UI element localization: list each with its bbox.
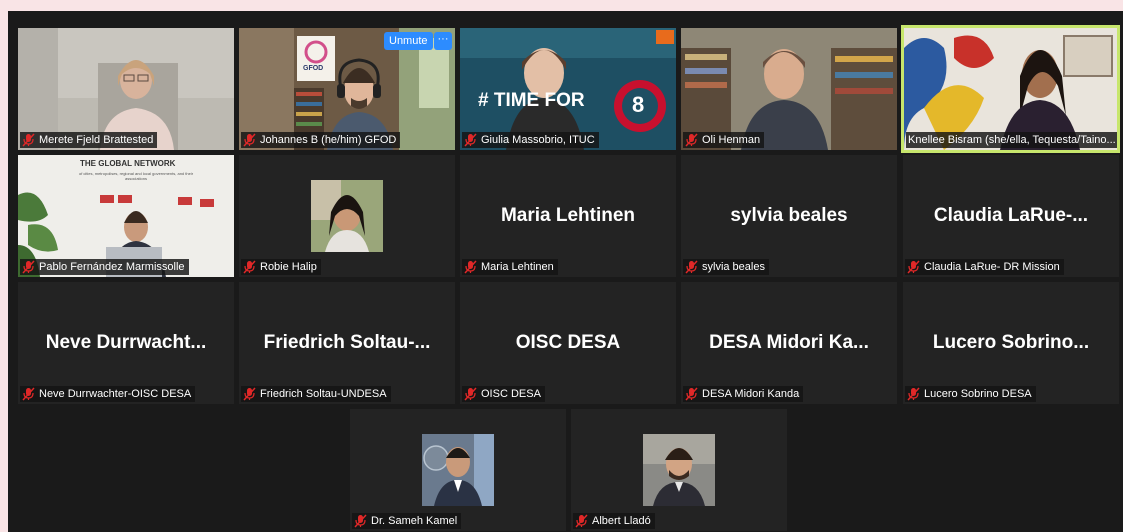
network-subtitle: of cities, metropolises, regional and lo…	[78, 171, 194, 181]
participant-name: Johannes B (he/him) GFOD	[260, 134, 397, 146]
video-tile-oisc-desa[interactable]: OISC DESA OISC DESA	[460, 282, 676, 404]
participant-display-name: Neve Durrwacht...	[45, 332, 207, 353]
participant-name: Merete Fjeld Brattested	[39, 134, 154, 146]
video-tile-oli[interactable]: Oli Henman	[681, 28, 897, 150]
meeting-window: Merete Fjeld Brattested GFOD Unmute ···	[8, 11, 1123, 532]
mic-muted-icon	[685, 260, 698, 274]
hashtag-banner: # TIME FOR	[478, 90, 585, 111]
mic-muted-icon	[243, 387, 256, 401]
participant-display-name: Friedrich Soltau-...	[263, 332, 431, 353]
participant-name-label: Neve Durrwachter-OISC DESA	[20, 386, 196, 402]
participant-display-name: Maria Lehtinen	[500, 205, 636, 226]
mic-muted-icon	[22, 387, 35, 401]
video-tile-knellee-active-speaker[interactable]: Knellee Bisram (she/ella, Tequesta/Taino…	[901, 25, 1120, 153]
video-tile-pablo[interactable]: THE GLOBAL NETWORK of cities, metropolis…	[18, 155, 234, 277]
participant-name: DESA Midori Kanda	[702, 388, 800, 400]
mic-muted-icon	[464, 133, 477, 147]
participant-name-label: Johannes B (he/him) GFOD	[241, 132, 401, 148]
participant-name: Pablo Fernández Marmissolle	[39, 261, 185, 273]
mic-muted-icon	[464, 260, 477, 274]
mic-muted-icon	[243, 133, 256, 147]
profile-photo	[643, 434, 715, 506]
participant-name-label: Giulia Massobrio, ITUC	[462, 132, 599, 148]
participant-display-name: sylvia beales	[730, 205, 848, 226]
mic-muted-icon	[354, 514, 367, 528]
participant-name: Dr. Sameh Kamel	[371, 515, 458, 527]
profile-photo	[422, 434, 494, 506]
more-options-button[interactable]: ···	[434, 32, 452, 50]
participant-display-name: DESA Midori Ka...	[709, 332, 869, 353]
sdg-number: 8	[632, 92, 645, 117]
gfod-sign: GFOD	[303, 65, 324, 72]
participant-name: Robie Halip	[260, 261, 317, 273]
participant-display-name: Claudia LaRue-...	[933, 205, 1089, 226]
participant-name-label: DESA Midori Kanda	[683, 386, 804, 402]
participant-name-label: Lucero Sobrino DESA	[905, 386, 1036, 402]
mic-muted-icon	[575, 514, 588, 528]
participant-name-label: Albert Lladó	[573, 513, 655, 529]
mic-muted-icon	[22, 260, 35, 274]
video-tile-midori[interactable]: DESA Midori Ka... DESA Midori Kanda	[681, 282, 897, 404]
mic-muted-icon	[685, 133, 698, 147]
mic-muted-icon	[907, 387, 920, 401]
participant-name: OISC DESA	[481, 388, 541, 400]
video-tile-lucero[interactable]: Lucero Sobrino... Lucero Sobrino DESA	[903, 282, 1119, 404]
participant-name-label: Merete Fjeld Brattested	[20, 132, 158, 148]
participant-name: Claudia LaRue- DR Mission	[924, 261, 1060, 273]
mic-muted-icon	[907, 260, 920, 274]
participant-name-label: Dr. Sameh Kamel	[352, 513, 462, 529]
video-tile-maria[interactable]: Maria Lehtinen Maria Lehtinen	[460, 155, 676, 277]
mic-muted-icon	[685, 387, 698, 401]
participant-name-label: Maria Lehtinen	[462, 259, 558, 275]
participant-name: Neve Durrwachter-OISC DESA	[39, 388, 192, 400]
video-tile-sylvia[interactable]: sylvia beales sylvia beales	[681, 155, 897, 277]
participant-name: Knellee Bisram (she/ella, Tequesta/Taino…	[908, 134, 1116, 146]
participant-name: Maria Lehtinen	[481, 261, 554, 273]
video-tile-neve[interactable]: Neve Durrwacht... Neve Durrwachter-OISC …	[18, 282, 234, 404]
video-tile-merete[interactable]: Merete Fjeld Brattested	[18, 28, 234, 150]
participant-name-label: OISC DESA	[462, 386, 545, 402]
participant-name: Lucero Sobrino DESA	[924, 388, 1032, 400]
participant-name: Albert Lladó	[592, 515, 651, 527]
participant-display-name: Lucero Sobrino...	[932, 332, 1090, 353]
video-tile-robie[interactable]: Robie Halip	[239, 155, 455, 277]
participant-name: Giulia Massobrio, ITUC	[481, 134, 595, 146]
mic-muted-icon	[243, 260, 256, 274]
participant-name-label: Pablo Fernández Marmissolle	[20, 259, 189, 275]
participant-name-label: sylvia beales	[683, 259, 769, 275]
video-tile-johannes[interactable]: GFOD Unmute ··· Johannes B (he/him) GFOD	[239, 28, 455, 150]
mic-muted-icon	[464, 387, 477, 401]
participant-name-label: Knellee Bisram (she/ella, Tequesta/Taino…	[906, 132, 1117, 148]
mic-muted-icon	[22, 133, 35, 147]
participant-name-label: Robie Halip	[241, 259, 321, 275]
video-tile-claudia[interactable]: Claudia LaRue-... Claudia LaRue- DR Miss…	[903, 155, 1119, 277]
network-title: THE GLOBAL NETWORK	[80, 159, 176, 168]
profile-photo	[311, 180, 383, 252]
unmute-button[interactable]: Unmute	[384, 32, 433, 50]
video-tile-giulia[interactable]: # TIME FOR 8 Giulia Massobrio, ITUC	[460, 28, 676, 150]
participant-name: Friedrich Soltau-UNDESA	[260, 388, 387, 400]
participant-name-label: Friedrich Soltau-UNDESA	[241, 386, 391, 402]
participant-display-name: OISC DESA	[515, 332, 621, 353]
video-tile-sameh[interactable]: Dr. Sameh Kamel	[350, 409, 566, 531]
video-tile-albert[interactable]: Albert Lladó	[571, 409, 787, 531]
participant-name: sylvia beales	[702, 261, 765, 273]
participant-name: Oli Henman	[702, 134, 761, 146]
participant-name-label: Oli Henman	[683, 132, 765, 148]
participant-name-label: Claudia LaRue- DR Mission	[905, 259, 1064, 275]
video-tile-friedrich[interactable]: Friedrich Soltau-... Friedrich Soltau-UN…	[239, 282, 455, 404]
